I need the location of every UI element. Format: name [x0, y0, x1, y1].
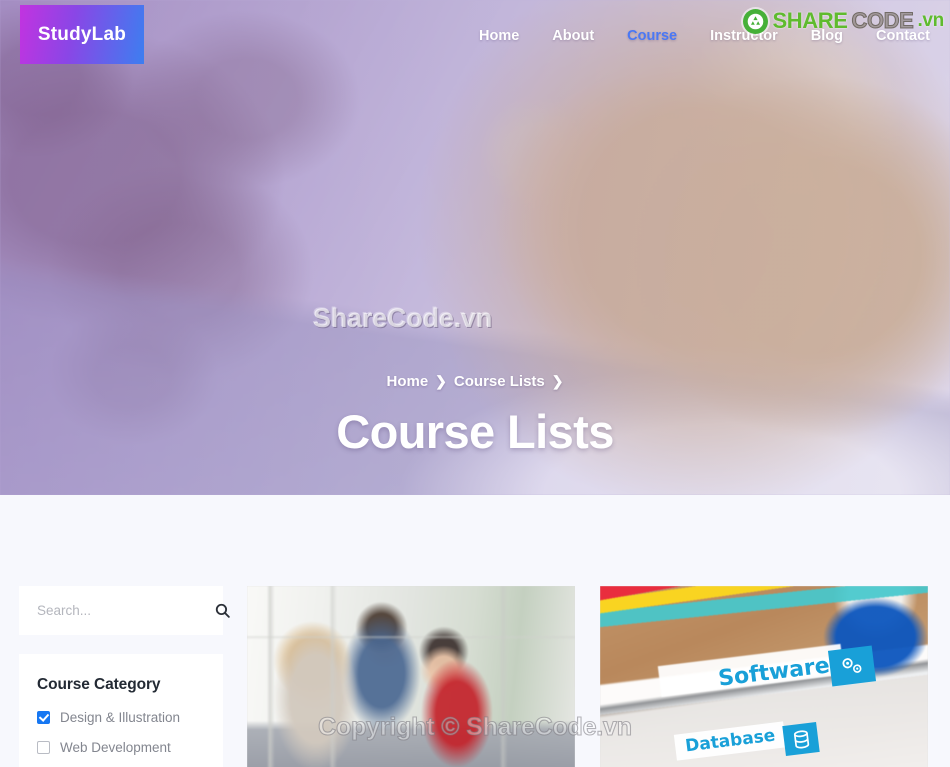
- course-card[interactable]: Software Database: [600, 586, 928, 767]
- main-navigation: Home About Course Instructor Blog Contac…: [479, 0, 930, 70]
- chevron-right-icon: ❯: [435, 373, 447, 389]
- search-widget[interactable]: [19, 586, 230, 635]
- hero-content: Home ❯ Course Lists ❯ Course Lists: [0, 0, 950, 495]
- site-logo[interactable]: StudyLab: [20, 5, 144, 64]
- page-title: Course Lists: [336, 405, 614, 458]
- main-content: Course Category Design & Illustration We…: [0, 495, 950, 767]
- nav-item-blog[interactable]: Blog: [811, 28, 843, 44]
- nav-item-home[interactable]: Home: [479, 28, 519, 44]
- nav-item-contact[interactable]: Contact: [876, 28, 930, 44]
- site-header: StudyLab Home About Course Instructor Bl…: [0, 0, 950, 70]
- course-sidebar: Course Category Design & Illustration We…: [19, 586, 230, 767]
- gears-icon: [827, 645, 876, 687]
- course-card-list: Software Database: [247, 586, 928, 767]
- search-icon[interactable]: [214, 602, 231, 619]
- category-option-label: Web Development: [60, 740, 171, 755]
- hero-banner: StudyLab Home About Course Instructor Bl…: [0, 0, 950, 495]
- course-category-title: Course Category: [37, 676, 161, 693]
- chevron-right-icon: ❯: [551, 373, 564, 389]
- database-icon: [781, 722, 820, 757]
- course-card-image: [247, 586, 575, 767]
- checkbox-checked-icon[interactable]: [37, 711, 50, 724]
- category-option-design-illustration[interactable]: Design & Illustration: [37, 710, 205, 725]
- nav-item-about[interactable]: About: [552, 28, 594, 44]
- course-category-widget: Course Category Design & Illustration We…: [19, 654, 223, 767]
- course-card[interactable]: [247, 586, 575, 767]
- breadcrumb-item-home[interactable]: Home: [386, 373, 428, 390]
- nav-item-course[interactable]: Course: [627, 28, 677, 44]
- breadcrumb: Home ❯ Course Lists ❯: [386, 373, 563, 390]
- breadcrumb-item-course-lists[interactable]: Course Lists: [454, 373, 545, 390]
- search-input[interactable]: [37, 603, 214, 618]
- nav-item-instructor[interactable]: Instructor: [710, 28, 778, 44]
- site-logo-text: StudyLab: [37, 23, 127, 45]
- checkbox-unchecked-icon[interactable]: [37, 741, 50, 754]
- category-option-web-development[interactable]: Web Development: [37, 740, 205, 755]
- category-option-label: Design & Illustration: [60, 710, 181, 725]
